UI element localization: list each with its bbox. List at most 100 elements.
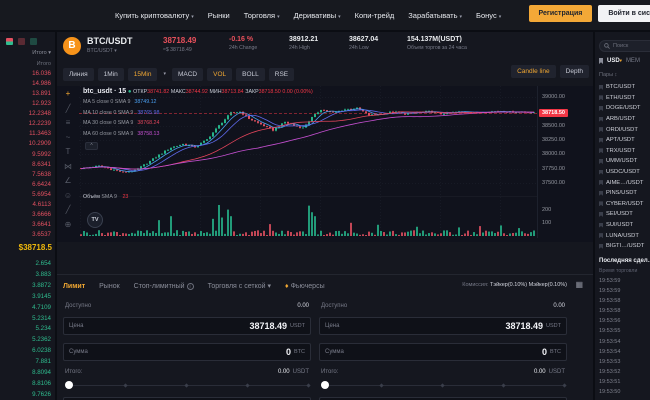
order-tab-4[interactable]: ♦Фьючерсы <box>285 283 325 290</box>
search-input[interactable]: Поиск <box>599 40 650 52</box>
position-tool-icon[interactable]: ∠ <box>64 177 71 185</box>
ask-row[interactable]: 11.3463 <box>0 130 51 137</box>
candle-line-button[interactable]: Candle line <box>511 65 556 78</box>
star-icon[interactable] <box>599 191 603 196</box>
star-icon[interactable] <box>599 223 603 228</box>
pair-row-aime…[interactable]: AIME…/USDT <box>599 177 650 188</box>
zoom-in-icon[interactable]: ⊕ <box>65 221 72 229</box>
bid-row[interactable]: 6.0238 <box>0 347 51 354</box>
pair-title[interactable]: BTC/USDT BTC/USDT ▾ <box>87 36 133 54</box>
bid-row[interactable]: 5.2314 <box>0 315 51 322</box>
pair-row-arb[interactable]: ARB/USDT <box>599 114 650 125</box>
slider-knob[interactable] <box>321 381 329 389</box>
ask-row[interactable]: 6.6424 <box>0 181 51 188</box>
crosshair-icon[interactable]: + <box>66 90 71 98</box>
layout-grid-icon[interactable]: ▦ <box>575 280 583 289</box>
ask-row[interactable]: 12.923 <box>0 100 51 107</box>
pair-row-sui[interactable]: SUI/USDT <box>599 220 650 231</box>
star-icon[interactable] <box>599 212 603 217</box>
nav-item-деривативы[interactable]: Деривативы▾ <box>294 11 341 20</box>
ask-row[interactable]: 9.5992 <box>0 151 51 158</box>
nav-item-купить-криптовалюту[interactable]: Купить криптовалюту▾ <box>115 11 194 20</box>
star-icon[interactable] <box>599 180 603 185</box>
pattern-icon[interactable]: ⋈ <box>64 163 72 171</box>
indicator-boll[interactable]: BOLL <box>236 68 265 81</box>
ask-row[interactable]: 3.6666 <box>0 211 51 218</box>
amount-input[interactable]: Сумма 0 BTC <box>63 343 311 361</box>
indicator-rse[interactable]: RSE <box>269 68 294 81</box>
login-button[interactable]: Войти в сис <box>598 5 650 22</box>
pairs-column-header[interactable]: Пары ↕ <box>599 72 617 78</box>
bid-row[interactable]: 8.8106 <box>0 380 51 387</box>
tradingview-logo[interactable]: TV <box>87 212 103 228</box>
ask-row[interactable]: 5.6954 <box>0 191 51 198</box>
price-input[interactable]: Цена 38718.49 USDT <box>63 317 311 335</box>
nav-item-рынки[interactable]: Рынки <box>208 11 230 20</box>
measure-icon[interactable]: ╱ <box>66 206 71 214</box>
nav-item-торговля[interactable]: Торговля▾ <box>244 11 280 20</box>
bid-row[interactable]: 9.7626 <box>0 391 51 398</box>
legend-collapse-button[interactable]: ^ <box>85 142 98 150</box>
text-tool-icon[interactable]: T <box>66 148 71 156</box>
pair-row-btc[interactable]: BTC/USDT <box>599 82 650 93</box>
emoji-tool-icon[interactable]: ☺ <box>64 192 72 200</box>
tab-mem[interactable]: МЕМ <box>626 58 640 64</box>
ask-row[interactable]: 8.6341 <box>0 161 51 168</box>
pair-row-doge[interactable]: DOGE/USDT <box>599 103 650 114</box>
star-icon[interactable] <box>599 138 603 143</box>
star-icon[interactable] <box>599 106 603 111</box>
nav-item-бонус[interactable]: Бонус▾ <box>476 11 501 20</box>
trendline-icon[interactable]: ╱ <box>66 105 71 113</box>
channels-icon[interactable]: ≡ <box>66 119 71 127</box>
orderbook-both-icon[interactable] <box>6 38 13 45</box>
bid-row[interactable]: 7.881 <box>0 358 51 365</box>
bid-row[interactable]: 5.2362 <box>0 336 51 343</box>
star-icon[interactable] <box>599 85 603 90</box>
curve-icon[interactable]: ~ <box>66 134 71 142</box>
chart-plot[interactable]: btc_usdt · 15 ● ОТКР38741.82 МАКС38744.9… <box>79 86 537 238</box>
depth-button[interactable]: Depth <box>560 65 589 78</box>
tab-usd[interactable]: USD▾ <box>607 58 622 64</box>
pair-row-ordi[interactable]: ORDI/USDT <box>599 124 650 135</box>
order-tab-0[interactable]: Лимит <box>63 283 85 290</box>
pair-row-umm[interactable]: UMM/USDT <box>599 156 650 167</box>
indicator-macd[interactable]: MACD <box>172 68 203 81</box>
pair-row-luna[interactable]: LUNA/USDT <box>599 230 650 241</box>
ask-row[interactable]: 12.2239 <box>0 120 51 127</box>
pair-row-cyber[interactable]: CYBER/USDT <box>599 199 650 210</box>
ask-row[interactable]: 7.5638 <box>0 171 51 178</box>
order-tab-3[interactable]: Торговля с сеткой ▾ <box>208 282 271 290</box>
star-icon[interactable] <box>599 244 603 249</box>
ask-row[interactable]: 12.2348 <box>0 110 51 117</box>
line-chart-button[interactable]: Линия <box>63 68 94 81</box>
ask-row[interactable]: 14.986 <box>0 80 51 87</box>
star-icon[interactable] <box>599 95 603 100</box>
star-icon[interactable] <box>599 233 603 238</box>
bid-row[interactable]: 8.8094 <box>0 369 51 376</box>
star-icon[interactable] <box>599 159 603 164</box>
ask-row[interactable]: 13.891 <box>0 90 51 97</box>
bid-row[interactable]: 2.654 <box>0 260 51 267</box>
star-icon[interactable] <box>599 201 603 206</box>
pair-row-sei[interactable]: SEI/USDT <box>599 209 650 220</box>
ask-row[interactable]: 3.6537 <box>0 231 51 238</box>
ask-row[interactable]: 3.6641 <box>0 221 51 228</box>
order-tab-1[interactable]: Рынок <box>99 283 120 290</box>
pair-row-usdc[interactable]: USDC/USDT <box>599 167 650 178</box>
bid-row[interactable]: 5.234 <box>0 325 51 332</box>
slider-knob[interactable] <box>65 381 73 389</box>
pair-row-trx[interactable]: TRX/USDT <box>599 146 650 157</box>
bid-row[interactable]: 3.9145 <box>0 293 51 300</box>
ask-row[interactable]: 16.036 <box>0 70 51 77</box>
amount-slider[interactable] <box>65 381 309 389</box>
star-icon[interactable] <box>599 117 603 122</box>
orderbook-grouping-select[interactable]: Итого ▾ <box>32 50 51 56</box>
nav-item-зарабатывать[interactable]: Зарабатывать▾ <box>408 11 462 20</box>
amount-input[interactable]: Сумма 0 BTC <box>319 343 567 361</box>
register-button[interactable]: Регистрация <box>529 5 593 22</box>
star-icon[interactable] <box>599 148 603 153</box>
ask-row[interactable]: 4.6113 <box>0 201 51 208</box>
favorites-icon[interactable] <box>599 58 603 64</box>
order-tab-2[interactable]: Стоп-лимитныйi <box>134 283 194 290</box>
price-input[interactable]: Цена 38718.49 USDT <box>319 317 567 335</box>
